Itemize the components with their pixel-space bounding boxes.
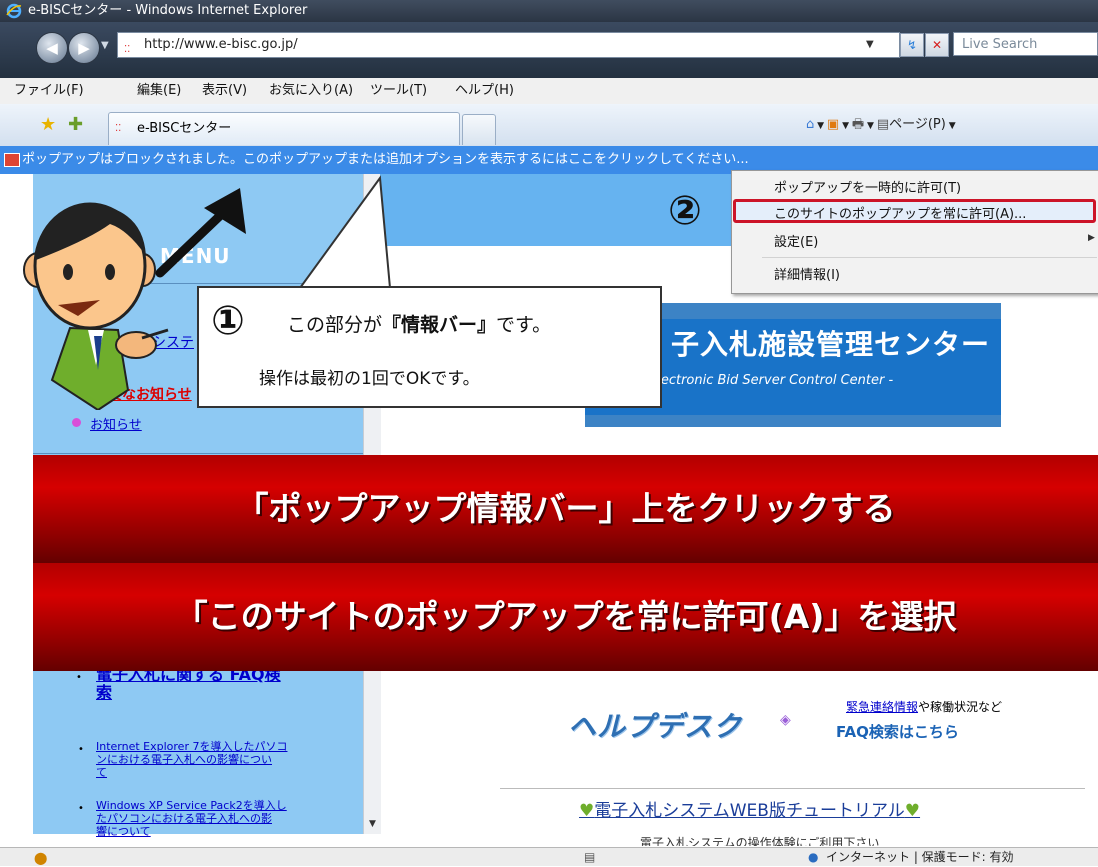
print-icon[interactable]: 🖶 xyxy=(852,117,864,132)
window-titlebar: e-BISCセンター - Windows Internet Explorer xyxy=(0,0,1098,22)
callout-line1-a: この部分が xyxy=(287,314,383,336)
info-bar-text: ポップアップはブロックされました。このポップアップまたは追加オプションを表示する… xyxy=(22,152,749,167)
beginner-mark-icon: ♥ xyxy=(579,801,595,821)
ie7-link-line3: て xyxy=(96,766,107,779)
page-menu-dropdown-icon: ▼ xyxy=(945,121,956,131)
window-title: e-BISCセンター - Windows Internet Explorer xyxy=(28,3,308,18)
sidebar-link-xp-sp2[interactable]: Windows XP Service Pack2を導入し たパソコンにおける電子入… xyxy=(96,799,287,838)
ie7-link-line1: Internet Explorer 7を導入したパソコ xyxy=(96,740,288,753)
address-dropdown-icon[interactable]: ▼ xyxy=(866,33,874,57)
tab-active[interactable]: ⁚⁚ e-BISCセンター xyxy=(108,112,460,145)
menu-view[interactable]: 表示(V) xyxy=(202,78,247,104)
xp-link-line3: 響について xyxy=(96,825,151,838)
bullet-icon: • xyxy=(78,803,84,814)
ie7-link-line2: ンにおける電子入札への影響につい xyxy=(96,753,272,766)
sidebar-link-ie7[interactable]: Internet Explorer 7を導入したパソコ ンにおける電子入札への影響… xyxy=(96,740,287,779)
submenu-arrow-icon: ▶ xyxy=(1088,233,1095,243)
banner-title: 子入札施設管理センター xyxy=(671,328,991,361)
xp-link-line1: Windows XP Service Pack2を導入し xyxy=(96,799,287,812)
menu-item-more-info[interactable]: 詳細情報(I) xyxy=(774,264,840,283)
diamond-icon: ◈ xyxy=(780,712,791,728)
scroll-down-icon[interactable]: ▼ xyxy=(364,816,381,833)
address-field[interactable]: ⁚⁚ http://www.e-bisc.go.jp/ ▼ xyxy=(117,32,900,58)
caption-line1: 「ポップアップ情報バー」上をクリックする xyxy=(235,489,896,528)
internet-globe-icon: ● xyxy=(808,850,819,864)
popup-blocked-icon xyxy=(4,153,20,167)
bullet-icon xyxy=(72,418,81,427)
menu-tools[interactable]: ツール(T) xyxy=(370,78,427,104)
sidebar-link-notice[interactable]: お知らせ xyxy=(90,414,142,433)
popup-context-menu: ポップアップを一時的に許可(T) このサイトのポップアップを常に許可(A)...… xyxy=(731,170,1098,294)
page-menu-label: ページ(P) xyxy=(889,117,946,132)
page-menu[interactable]: ▤ページ(P) ▼ xyxy=(877,117,956,132)
stop-icon: ✕ xyxy=(931,38,943,52)
status-bar: ⬤ ▤ ● インターネット | 保護モード: 有効 xyxy=(0,847,1098,866)
emergency-info-link[interactable]: 緊急連絡情報 xyxy=(846,700,918,714)
helpdesk-note: 緊急連絡情報や稼働状況など xyxy=(846,698,1002,715)
menu-bar: ファイル(F) 編集(E) 表示(V) お気に入り(A) ツール(T) ヘルプ(… xyxy=(0,78,1098,105)
page-icon: ▤ xyxy=(876,117,890,132)
emergency-info-rest: や稼働状況など xyxy=(918,700,1003,714)
xp-link-line2: たパソコンにおける電子入札への影 xyxy=(96,812,272,825)
forward-button[interactable]: ▶ xyxy=(68,32,100,64)
caption-band-2: 「このサイトのポップアップを常に許可(A)」を選択 xyxy=(33,563,1098,671)
callout-line2: 操作は最初の1回でOKです。 xyxy=(259,369,480,389)
banner-subtitle: Electronic Bid Server Control Center - xyxy=(649,373,894,388)
menu-item-settings[interactable]: 設定(E) xyxy=(774,231,818,250)
search-input[interactable]: Live Search xyxy=(953,32,1098,56)
security-zone-text: インターネット | 保護モード: 有効 xyxy=(826,850,1014,864)
info-bar-callout: ① この部分が『情報バー』です。 操作は最初の1回でOKです。 xyxy=(197,286,662,408)
callout-tail xyxy=(298,175,392,289)
new-tab-button[interactable] xyxy=(462,114,496,145)
site-favicon-icon: ⁚⁚ xyxy=(124,44,131,55)
forward-arrow-icon: ▶ xyxy=(78,39,90,57)
callout-line1-c: です。 xyxy=(496,314,552,336)
stop-button[interactable]: ✕ xyxy=(925,33,949,57)
refresh-button[interactable]: ↯ xyxy=(900,33,924,57)
pointer-arrow-icon xyxy=(155,188,246,278)
caption-band-1: 「ポップアップ情報バー」上をクリックする xyxy=(33,455,1098,563)
callout-emphasis: 『情報バー』 xyxy=(382,314,497,336)
back-arrow-icon: ◀ xyxy=(46,39,58,57)
command-bar: ⌂ ▼ ▣ ▼ 🖶 ▼ ▤ページ(P) ▼ xyxy=(806,117,956,132)
caption-line2: 「このサイトのポップアップを常に許可(A)」を選択 xyxy=(174,597,957,636)
tutorial-link[interactable]: ♥電子入札システムWEB版チュートリアル♥ xyxy=(579,796,920,821)
helpdesk-title: ヘルプデスク xyxy=(568,710,743,743)
favorites-center-icon[interactable]: ★ xyxy=(40,114,56,135)
faq-link-line2: 索 xyxy=(96,683,113,702)
bullet-icon: • xyxy=(78,744,84,755)
sidebar-divider xyxy=(33,453,363,454)
page-status-icon: ▤ xyxy=(584,850,596,864)
address-url: http://www.e-bisc.go.jp/ xyxy=(144,37,298,52)
address-toolbar: ◀ ▶ ▼ ⁚⁚ http://www.e-bisc.go.jp/ ▼ ↯ ✕ … xyxy=(0,22,1098,78)
tab-title: e-BISCセンター xyxy=(137,121,232,136)
back-button[interactable]: ◀ xyxy=(36,32,68,64)
faq-search-link[interactable]: FAQ検索はこちら xyxy=(836,721,959,742)
ie-logo-icon xyxy=(6,3,22,19)
menu-favorites[interactable]: お気に入り(A) xyxy=(269,78,353,104)
beginner-mark-icon: ♥ xyxy=(904,801,921,821)
menu-help[interactable]: ヘルプ(H) xyxy=(455,78,514,104)
menu-separator xyxy=(762,257,1097,258)
tutorial-title: 電子入札システムWEB版チュートリアル xyxy=(594,801,905,821)
tab-favicon-icon: ⁚⁚ xyxy=(115,123,122,134)
step-1-marker: ① xyxy=(211,298,245,344)
add-favorite-icon[interactable]: ✚ xyxy=(68,114,83,135)
tutorial-subtitle: 電子入札システムの操作体験にご利用下さい xyxy=(640,836,880,846)
bullet-icon: • xyxy=(76,672,82,683)
callout-line1: この部分が『情報バー』です。 xyxy=(287,310,551,337)
menu-item-allow-temporarily[interactable]: ポップアップを一時的に許可(T) xyxy=(774,177,961,196)
banner-bottom-stripe xyxy=(585,415,1001,427)
sidebar-link-faq[interactable]: 電子入札に関する FAQ検索 xyxy=(96,666,281,702)
refresh-icon: ↯ xyxy=(906,38,918,52)
menu-item-always-allow[interactable]: このサイトのポップアップを常に許可(A)... xyxy=(774,203,1026,222)
content-divider xyxy=(500,788,1085,789)
menu-edit[interactable]: 編集(E) xyxy=(137,78,181,104)
step-2-marker: ② xyxy=(668,188,702,234)
menu-file[interactable]: ファイル(F) xyxy=(14,78,84,104)
feeds-icon[interactable]: ▣ xyxy=(827,117,839,132)
history-dropdown-icon[interactable]: ▼ xyxy=(101,40,109,51)
security-shield-icon: ⬤ xyxy=(34,851,48,865)
